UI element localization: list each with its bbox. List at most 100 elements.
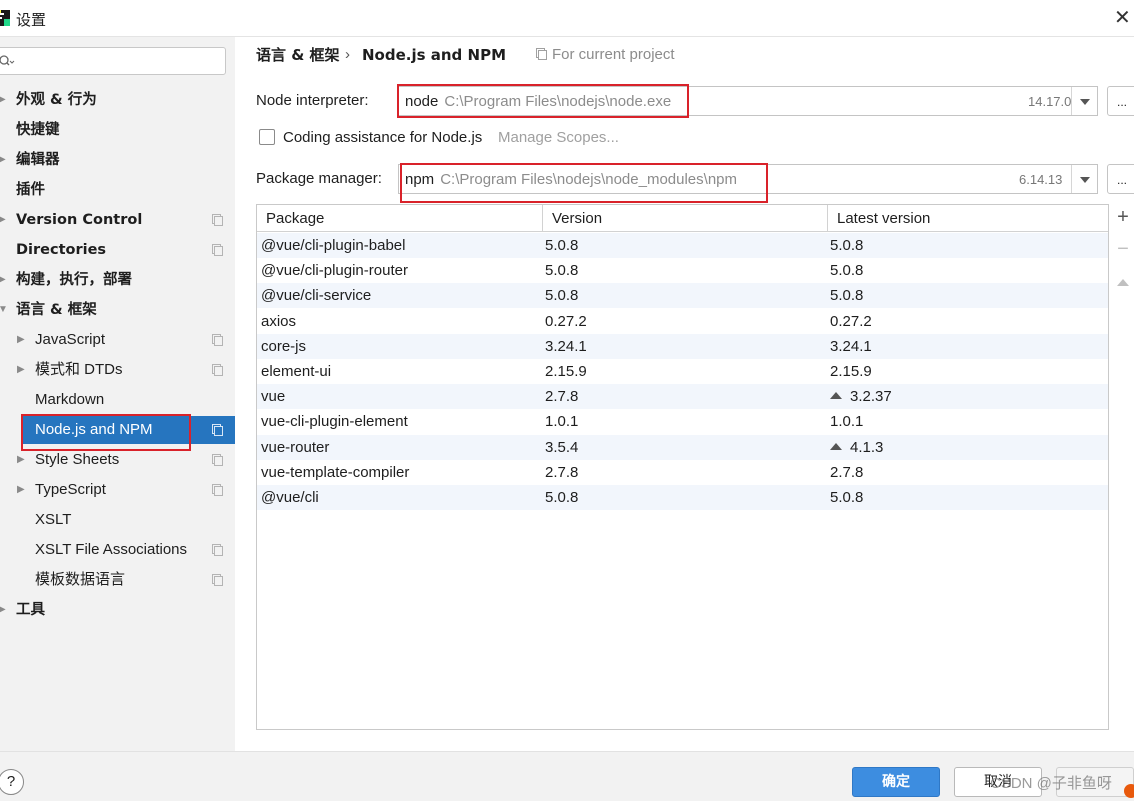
sidebar-item-xslt-file-associations[interactable]: XSLT File Associations bbox=[0, 536, 235, 564]
apply-button[interactable] bbox=[1056, 767, 1134, 797]
latest-version-text: 0.27.2 bbox=[830, 312, 872, 330]
package-version-cell: 5.0.8 bbox=[545, 262, 579, 280]
table-row[interactable]: axios 0.27.2 0.27.2 bbox=[257, 309, 1108, 334]
app-icon bbox=[0, 10, 10, 26]
latest-version-text: 3.24.1 bbox=[830, 337, 872, 355]
coding-assistance-checkbox[interactable] bbox=[259, 129, 275, 145]
sidebar-item-appearance[interactable]: ▶ 外观 & 行为 bbox=[0, 86, 235, 114]
sidebar-item-template-data-languages[interactable]: 模板数据语言 bbox=[0, 566, 235, 594]
sidebar-item-javascript[interactable]: ▶ JavaScript bbox=[0, 326, 235, 354]
sidebar-item-label: 编辑器 bbox=[16, 152, 60, 168]
column-header-version[interactable]: Version bbox=[542, 205, 827, 232]
interpreter-name: node bbox=[405, 93, 439, 110]
package-manager-name: npm bbox=[405, 171, 435, 188]
upgrade-package-icon[interactable] bbox=[1115, 274, 1131, 290]
interpreter-more-button[interactable]: ... bbox=[1107, 86, 1134, 116]
search-input[interactable] bbox=[0, 47, 226, 75]
latest-version-text: 2.7.8 bbox=[830, 463, 864, 481]
coding-assistance-label[interactable]: Coding assistance for Node.js bbox=[283, 128, 482, 148]
package-manager-path: C:\Program Files\nodejs\node_modules\npm bbox=[440, 171, 738, 188]
manage-scopes-link[interactable]: Manage Scopes... bbox=[498, 128, 619, 148]
close-icon[interactable]: ✕ bbox=[1114, 5, 1134, 31]
help-icon[interactable]: ? bbox=[0, 769, 24, 795]
sidebar-item-label: 构建，执行，部署 bbox=[16, 272, 132, 288]
table-row[interactable]: element-ui 2.15.9 2.15.9 bbox=[257, 359, 1108, 384]
latest-version-text: 5.0.8 bbox=[830, 262, 864, 280]
sidebar-item-typescript[interactable]: ▶ TypeScript bbox=[0, 476, 235, 504]
package-latest-cell: 2.7.8 bbox=[830, 460, 863, 485]
package-latest-cell: 2.15.9 bbox=[830, 359, 872, 384]
chevron-right-icon[interactable]: ▶ bbox=[17, 476, 29, 504]
chevron-right-icon[interactable]: ▶ bbox=[0, 596, 10, 624]
table-row[interactable]: @vue/cli 5.0.8 5.0.8 bbox=[257, 485, 1108, 510]
sidebar-item-label: Directories bbox=[16, 242, 107, 258]
breadcrumb-parent[interactable]: 语言 & 框架 bbox=[256, 45, 340, 65]
package-latest-cell: 3.2.37 bbox=[830, 384, 892, 409]
package-version-cell: 3.24.1 bbox=[545, 337, 587, 355]
sidebar-item-markdown[interactable]: Markdown bbox=[0, 386, 235, 414]
table-row[interactable]: vue 2.7.8 3.2.37 bbox=[257, 384, 1108, 410]
package-version-cell: 5.0.8 bbox=[545, 287, 579, 305]
sidebar-item-nodejs-npm[interactable]: Node.js and NPM bbox=[21, 416, 235, 444]
chevron-down-icon[interactable] bbox=[1071, 165, 1097, 193]
package-name-cell: @vue/cli-service bbox=[261, 287, 372, 305]
package-manager-more-button[interactable]: ... bbox=[1107, 164, 1134, 194]
package-version-cell: 2.7.8 bbox=[545, 463, 579, 481]
table-row[interactable]: vue-template-compiler 2.7.8 2.7.8 bbox=[257, 460, 1108, 485]
sidebar-item-editor[interactable]: ▶ 编辑器 bbox=[0, 146, 235, 174]
latest-version-text: 2.15.9 bbox=[830, 363, 872, 380]
ok-button[interactable]: 确定 bbox=[852, 767, 940, 797]
chevron-right-icon[interactable]: ▶ bbox=[17, 446, 29, 474]
chevron-right-icon[interactable]: ▶ bbox=[0, 146, 10, 174]
chevron-right-icon[interactable]: ▶ bbox=[17, 356, 29, 384]
breadcrumb-separator-icon: › bbox=[345, 46, 350, 63]
sidebar-item-build[interactable]: ▶ 构建，执行，部署 bbox=[0, 266, 235, 294]
remove-package-icon[interactable]: − bbox=[1115, 239, 1131, 259]
project-scope-icon bbox=[212, 454, 223, 466]
sidebar-item-languages[interactable]: ▼ 语言 & 框架 bbox=[0, 296, 235, 324]
package-name-cell: vue-cli-plugin-element bbox=[261, 413, 408, 431]
chevron-right-icon[interactable]: ▶ bbox=[0, 86, 10, 114]
chevron-right-icon[interactable]: ▶ bbox=[17, 326, 29, 354]
package-name-cell: @vue/cli-plugin-babel bbox=[261, 237, 406, 254]
sidebar-item-tools[interactable]: ▶ 工具 bbox=[0, 596, 235, 624]
upgrade-available-icon bbox=[830, 442, 842, 450]
sidebar-item-version-control[interactable]: ▶ Version Control bbox=[0, 206, 235, 234]
chevron-right-icon[interactable]: ▶ bbox=[0, 266, 10, 294]
package-latest-cell: 5.0.8 bbox=[830, 283, 863, 308]
latest-version-text: 1.0.1 bbox=[830, 413, 864, 431]
csdn-logo-icon bbox=[1124, 784, 1134, 798]
window-title: 设置 bbox=[16, 11, 47, 29]
interpreter-select[interactable]: node C:\Program Files\nodejs\node.exe 14.… bbox=[398, 86, 1098, 116]
sidebar-item-xslt[interactable]: XSLT bbox=[0, 506, 235, 534]
sidebar-item-keymap[interactable]: 快捷键 bbox=[0, 116, 235, 144]
sidebar-item-label: 快捷键 bbox=[16, 122, 60, 138]
package-manager-select[interactable]: npm C:\Program Files\nodejs\node_modules\… bbox=[398, 164, 1098, 194]
sidebar-item-label: Version Control bbox=[16, 212, 143, 228]
column-header-latest-version[interactable]: Latest version bbox=[827, 205, 1108, 232]
table-row[interactable]: vue-router 3.5.4 4.1.3 bbox=[257, 434, 1108, 460]
cancel-button[interactable]: 取消 bbox=[954, 767, 1042, 797]
sidebar-item-directories[interactable]: Directories bbox=[0, 236, 235, 264]
table-row[interactable]: core-js 3.24.1 3.24.1 bbox=[257, 333, 1108, 359]
interpreter-version: 14.17.0 bbox=[1028, 94, 1072, 109]
package-latest-cell: 4.1.3 bbox=[830, 435, 883, 460]
table-row[interactable]: @vue/cli-service 5.0.8 5.0.8 bbox=[257, 283, 1108, 309]
chevron-down-icon[interactable] bbox=[1071, 87, 1097, 115]
table-row[interactable]: @vue/cli-plugin-router 5.0.8 5.0.8 bbox=[257, 258, 1108, 283]
package-latest-cell: 5.0.8 bbox=[830, 485, 863, 510]
chevron-right-icon[interactable]: ▶ bbox=[0, 206, 10, 234]
sidebar-item-label: Style Sheets bbox=[35, 451, 120, 468]
add-package-icon[interactable]: + bbox=[1115, 207, 1131, 227]
table-row[interactable]: @vue/cli-plugin-babel 5.0.8 5.0.8 bbox=[257, 233, 1108, 258]
packages-table[interactable]: Package Version Latest version @vue/cli-… bbox=[256, 204, 1109, 730]
table-row[interactable]: vue-cli-plugin-element 1.0.1 1.0.1 bbox=[257, 409, 1108, 434]
sidebar-item-style-sheets[interactable]: ▶ Style Sheets bbox=[0, 446, 235, 474]
sidebar-item-plugins[interactable]: 插件 bbox=[0, 176, 235, 204]
chevron-down-icon[interactable]: ▼ bbox=[0, 296, 10, 324]
sidebar-item-schemas-dtds[interactable]: ▶ 模式和 DTDs bbox=[0, 356, 235, 384]
package-manager-version: 6.14.13 bbox=[1019, 172, 1063, 187]
latest-version-text: 3.2.37 bbox=[850, 388, 892, 406]
sidebar-item-label: 插件 bbox=[16, 182, 45, 198]
column-header-package[interactable]: Package bbox=[257, 205, 542, 232]
